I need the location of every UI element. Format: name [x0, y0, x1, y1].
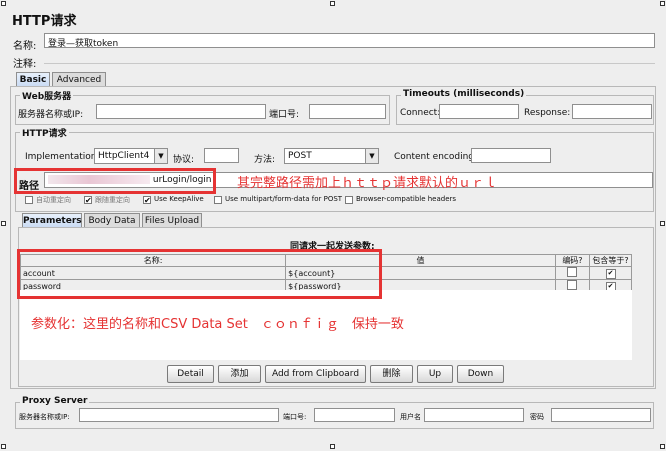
encode-checkbox[interactable] — [554, 266, 591, 280]
content-encoding-label: Content encoding: — [394, 152, 478, 162]
implementation-label: Implementation: — [25, 152, 100, 162]
resize-handle[interactable] — [330, 1, 335, 6]
comment-field[interactable] — [44, 63, 655, 64]
name-label: 名称: — [13, 41, 37, 52]
redirect-auto-checkbox[interactable] — [25, 196, 33, 204]
server-label: 服务器名称或IP: — [18, 110, 84, 120]
response-input[interactable] — [572, 104, 652, 119]
browser-headers-checkbox[interactable] — [345, 196, 353, 204]
proxy-server-label: 服务器名称或IP: — [19, 413, 70, 421]
column-header-encode: 编码? — [554, 254, 591, 267]
method-select[interactable]: POST ▼ — [284, 148, 379, 164]
implementation-value: HttpClient4 — [98, 151, 150, 161]
add-from-clipboard-button[interactable]: Add from Clipboard — [265, 365, 366, 383]
proxy-server-title: Proxy Server — [20, 396, 90, 406]
resize-handle[interactable] — [1, 1, 6, 6]
keepalive-checkbox[interactable]: ✔ — [143, 196, 151, 205]
protocol-label: 协议: — [173, 155, 195, 165]
resize-handle[interactable] — [660, 1, 665, 6]
name-field[interactable]: 登录—获取token — [44, 33, 655, 48]
tab-body-data[interactable]: Body Data — [84, 213, 140, 228]
params-highlight-box — [17, 249, 382, 299]
path-annotation: 其完整路径需加上ｈｔｔｐ请求默认的ｕｒｌ — [237, 176, 498, 191]
add-button[interactable]: 添加 — [218, 365, 261, 383]
follow-redirects-checkbox[interactable]: ✔ — [84, 196, 92, 205]
resize-handle[interactable] — [1, 444, 6, 449]
proxy-user-label: 用户名 — [400, 413, 421, 421]
proxy-password-input[interactable] — [551, 408, 651, 422]
include-equals-checkbox[interactable]: ✔ — [589, 266, 632, 280]
tab-files-upload[interactable]: Files Upload — [142, 213, 202, 228]
connect-label: Connect: — [400, 108, 441, 118]
keepalive-label: Use KeepAlive — [154, 195, 204, 203]
connect-input[interactable] — [439, 104, 519, 119]
resize-handle[interactable] — [1, 221, 6, 226]
path-highlight-box — [14, 168, 216, 194]
multipart-checkbox[interactable] — [214, 196, 222, 204]
resize-handle[interactable] — [330, 444, 335, 449]
tab-advanced[interactable]: Advanced — [52, 72, 106, 87]
protocol-input[interactable] — [204, 148, 239, 163]
browser-headers-label: Browser-compatible headers — [356, 195, 457, 203]
chevron-down-icon: ▼ — [365, 149, 378, 163]
resize-handle[interactable] — [660, 221, 665, 226]
resize-handle[interactable] — [660, 444, 665, 449]
down-button[interactable]: Down — [457, 365, 504, 383]
port-label: 端口号: — [269, 110, 300, 120]
proxy-port-input[interactable] — [314, 408, 395, 422]
implementation-select[interactable]: HttpClient4 ▼ — [94, 148, 168, 164]
column-header-include-equals: 包含等于? — [589, 254, 632, 267]
tab-parameters[interactable]: Parameters — [22, 213, 82, 228]
up-button[interactable]: Up — [417, 365, 453, 383]
delete-button[interactable]: 删除 — [370, 365, 413, 383]
method-value: POST — [288, 151, 312, 161]
proxy-port-label: 端口号: — [283, 413, 307, 421]
server-input[interactable] — [96, 104, 266, 119]
proxy-server-input[interactable] — [79, 408, 279, 422]
port-input[interactable] — [309, 104, 386, 119]
response-label: Response: — [524, 108, 571, 118]
web-server-title: Web服务器 — [20, 89, 74, 102]
chevron-down-icon: ▼ — [154, 149, 167, 163]
panel-title: HTTP请求 — [12, 14, 77, 29]
multipart-label: Use multipart/form-data for POST — [225, 195, 343, 203]
timeouts-title: Timeouts (milliseconds) — [401, 89, 527, 99]
http-request-title: HTTP请求 — [20, 126, 69, 139]
proxy-user-input[interactable] — [424, 408, 524, 422]
proxy-password-label: 密码 — [530, 413, 544, 421]
content-encoding-input[interactable] — [471, 148, 551, 163]
detail-button[interactable]: Detail — [167, 365, 214, 383]
follow-redirects-label: 跟随重定向 — [95, 196, 130, 204]
params-annotation: 参数化：这里的名称和CSV Data Set ｃｏｎｆｉｇ 保持一致 — [31, 317, 404, 332]
tab-basic[interactable]: Basic — [16, 72, 50, 87]
comment-label: 注释: — [13, 59, 37, 70]
method-label: 方法: — [254, 155, 276, 165]
redirect-auto-label: 自动重定向 — [36, 196, 71, 204]
